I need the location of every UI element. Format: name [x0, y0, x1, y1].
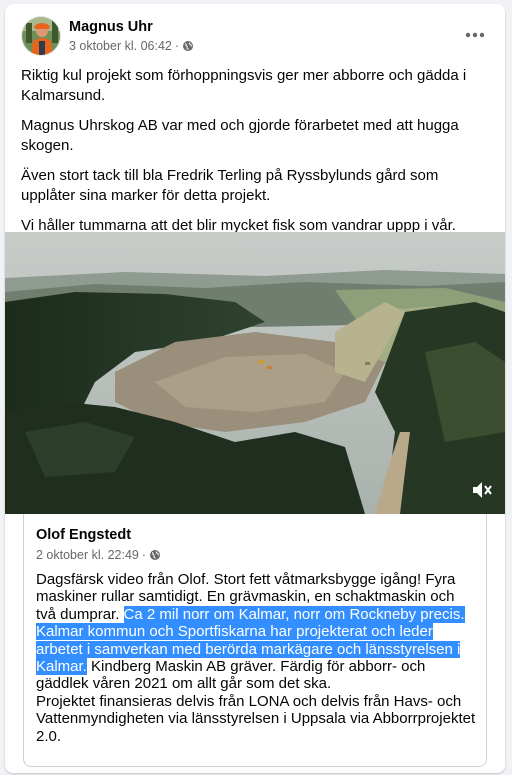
- shared-text-line2: Projektet finansieras delvis från LONA o…: [36, 692, 476, 745]
- post-author[interactable]: Magnus Uhr: [69, 18, 153, 36]
- post-body: Riktig kul projekt som förhoppningsvis g…: [21, 66, 491, 246]
- meta-separator: ·: [174, 39, 180, 53]
- meta-separator: ·: [141, 548, 147, 562]
- post-paragraph: Magnus Uhrskog AB var med och gjorde för…: [21, 117, 459, 154]
- aerial-video-frame: [5, 232, 505, 514]
- speaker-muted-icon: [473, 482, 492, 498]
- shared-text-after: Kindberg Maskin AB gräver. Färdig för ab…: [36, 658, 426, 693]
- shared-post: Olof Engstedt 2 oktober kl. 22:49 · Dags…: [23, 514, 487, 767]
- post-paragraph: Riktig kul projekt som förhoppningsvis g…: [21, 67, 467, 104]
- video-player[interactable]: [5, 232, 505, 514]
- post-header: Magnus Uhr 3 oktober kl. 06:42 ·: [21, 16, 493, 58]
- post-card: Magnus Uhr 3 oktober kl. 06:42 · Riktig …: [5, 4, 505, 773]
- shared-post-body: Dagsfärsk video från Olof. Stort fett vå…: [36, 571, 478, 745]
- shared-post-timestamp[interactable]: 2 oktober kl. 22:49: [36, 547, 139, 563]
- shared-post-meta: 2 oktober kl. 22:49 ·: [36, 547, 161, 563]
- more-dots-icon: [465, 32, 485, 38]
- avatar[interactable]: [21, 16, 61, 56]
- avatar-image: [22, 17, 60, 55]
- mute-button[interactable]: [467, 476, 495, 504]
- globe-icon: [150, 550, 161, 560]
- post-timestamp[interactable]: 3 oktober kl. 06:42: [69, 38, 172, 54]
- post-paragraph: Även stort tack till bla Fredrik Terling…: [21, 167, 439, 204]
- globe-icon: [183, 41, 194, 51]
- more-options-button[interactable]: [457, 20, 493, 50]
- post-meta: 3 oktober kl. 06:42 ·: [69, 38, 194, 54]
- shared-post-author[interactable]: Olof Engstedt: [36, 526, 131, 544]
